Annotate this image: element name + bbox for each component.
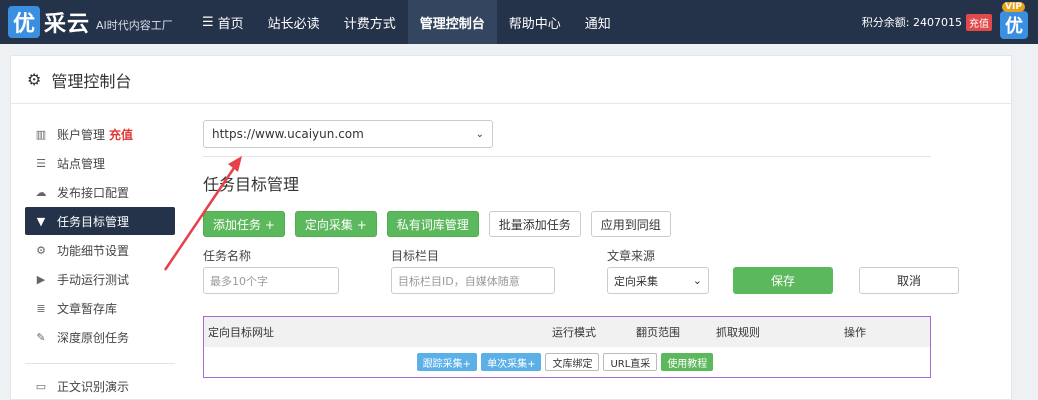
nav-label: 计费方式 xyxy=(343,16,396,32)
logo-slogan: AI时代内容工厂 xyxy=(96,19,173,32)
sidebar-item-article-store[interactable]: ≣ 文章暂存库 xyxy=(25,294,175,322)
nav-label: 管理控制台 xyxy=(419,16,485,32)
avatar[interactable]: VIP 优 xyxy=(1000,2,1028,39)
batch-add-task-button[interactable]: 批量添加任务 xyxy=(488,211,581,237)
cancel-button[interactable]: 取消 xyxy=(859,267,959,294)
private-lexicon-button[interactable]: 私有词库管理 xyxy=(386,211,479,237)
sidebar-item-label: 发布接口配置 xyxy=(57,185,130,200)
avatar-char: 优 xyxy=(1005,16,1023,37)
url-direct-button[interactable]: URL直采 xyxy=(603,353,658,371)
col-crawl-rule: 抓取规则 xyxy=(716,326,760,339)
nav-label: 站长必读 xyxy=(267,16,320,32)
sidebar-item-sites[interactable]: ☰ 站点管理 xyxy=(25,149,175,177)
nav-notice[interactable]: 通知 xyxy=(573,0,623,44)
recharge-button[interactable]: 充值 xyxy=(966,13,992,31)
target-column-label: 目标栏目 xyxy=(391,249,440,263)
sidebar: ▥ 账户管理 充值 ☰ 站点管理 ☁ 发布接口配置 ▼ 任务目标管理 ⚙ 功能细… xyxy=(25,120,175,400)
table-header: 定向目标网址 运行模式 翻页范围 抓取规则 操作 xyxy=(204,317,930,347)
sidebar-item-label: 深度原创任务 xyxy=(57,330,130,345)
monitor-icon: ▭ xyxy=(35,379,47,393)
target-column-group: 目标栏目 目标栏目ID，自媒体随意 xyxy=(391,247,555,294)
sidebar-item-publish-api[interactable]: ☁ 发布接口配置 xyxy=(25,178,175,206)
sidebar-item-label: 任务目标管理 xyxy=(57,214,130,229)
sidebar-item-label: 文章暂存库 xyxy=(57,301,118,316)
sidebar-item-feature-settings[interactable]: ⚙ 功能细节设置 xyxy=(25,236,175,264)
gears-icon: ⚙ xyxy=(36,243,46,257)
edit-icon: ✎ xyxy=(36,330,46,344)
action-buttons: 添加任务 + 定向采集 + 私有词库管理 批量添加任务 应用到同组 xyxy=(203,211,1003,237)
top-navbar: 优 采云 AI时代内容工厂 ☰ 首页 站长必读 计费方式 管理控制台 帮助中心 … xyxy=(0,0,1038,44)
tutorial-button[interactable]: 使用教程 xyxy=(661,353,714,371)
recharge-link[interactable]: 充值 xyxy=(109,126,133,143)
site-url-select[interactable]: https://www.ucaiyun.com ⌄ xyxy=(203,120,493,148)
task-name-label: 任务名称 xyxy=(203,249,252,263)
col-page-range: 翻页范围 xyxy=(636,326,680,339)
sidebar-item-label: 账户管理 xyxy=(57,127,106,142)
col-target-url: 定向目标网址 xyxy=(208,326,274,339)
play-icon: ▶ xyxy=(36,272,46,286)
server-icon: ☰ xyxy=(36,156,46,170)
chevron-down-icon: ⌄ xyxy=(692,274,702,287)
sidebar-item-task-targets[interactable]: ▼ 任务目标管理 xyxy=(25,207,175,235)
article-source-group: 文章来源 定向采集 ⌄ xyxy=(607,247,709,294)
targeted-collect-button[interactable]: 定向采集 + xyxy=(294,211,377,237)
logo-text: 采云 xyxy=(44,12,91,37)
task-name-group: 任务名称 最多10个字 xyxy=(203,247,339,294)
logo-badge: 优 xyxy=(8,6,40,38)
save-button[interactable]: 保存 xyxy=(733,267,833,294)
sidebar-item-deep-original[interactable]: ✎ 深度原创任务 xyxy=(25,323,175,351)
sidebar-item-label: 手动运行测试 xyxy=(57,272,130,287)
table-row: 跟踪采集+ 单次采集+ 文库绑定 URL直采 使用教程 xyxy=(204,347,930,377)
chevron-down-icon: ⌄ xyxy=(475,128,484,140)
article-source-select[interactable]: 定向采集 ⌄ xyxy=(607,267,709,294)
filter-icon: ▼ xyxy=(36,214,46,228)
sidebar-item-text-recognition[interactable]: ▭ 正文识别演示 xyxy=(25,372,175,400)
console-panel: ⚙ 管理控制台 ▥ 账户管理 充值 ☰ 站点管理 ☁ 发布接口配置 ▼ 任务目标… xyxy=(10,55,1012,400)
vip-badge: VIP xyxy=(1002,2,1025,12)
add-task-button[interactable]: 添加任务 + xyxy=(203,211,285,237)
section-title: 任务目标管理 xyxy=(203,175,300,194)
nav-console[interactable]: 管理控制台 xyxy=(407,0,497,44)
nav-label: 帮助中心 xyxy=(508,16,561,32)
account-area: 积分余额: 2407015 充值 VIP 优 xyxy=(862,0,1028,44)
track-collect-button[interactable]: 跟踪采集+ xyxy=(416,353,478,371)
col-run-mode: 运行模式 xyxy=(552,326,596,339)
sidebar-item-label: 站点管理 xyxy=(57,156,106,171)
task-name-input[interactable]: 最多10个字 xyxy=(203,267,339,294)
apply-to-group-button[interactable]: 应用到同组 xyxy=(590,211,671,237)
sidebar-divider xyxy=(25,363,175,364)
nav-help[interactable]: 帮助中心 xyxy=(497,0,573,44)
panel-header: ⚙ 管理控制台 xyxy=(11,56,1011,104)
library-bind-button[interactable]: 文库绑定 xyxy=(545,353,600,371)
database-icon: ≣ xyxy=(36,301,46,315)
sidebar-item-label: 功能细节设置 xyxy=(57,243,130,258)
nav-home[interactable]: ☰ 首页 xyxy=(190,0,256,44)
task-form: 任务名称 最多10个字 目标栏目 目标栏目ID，自媒体随意 文章来源 定向采集 … xyxy=(203,247,1003,294)
gear-icon: ⚙ xyxy=(27,70,42,89)
nav-label: 通知 xyxy=(584,16,611,32)
logo[interactable]: 优 采云 AI时代内容工厂 xyxy=(0,0,190,44)
sidebar-item-manual-run[interactable]: ▶ 手动运行测试 xyxy=(25,265,175,293)
cloud-upload-icon: ☁ xyxy=(35,185,47,199)
chart-icon: ▥ xyxy=(35,127,47,141)
sidebar-item-label: 正文识别演示 xyxy=(57,379,130,394)
divider xyxy=(203,156,931,157)
points-balance: 积分余额: 2407015 xyxy=(861,16,962,29)
site-url-value: https://www.ucaiyun.com xyxy=(212,127,364,141)
nav-label: 首页 xyxy=(217,16,244,32)
article-source-value: 定向采集 xyxy=(614,274,658,288)
nav-must-read[interactable]: 站长必读 xyxy=(256,0,332,44)
article-source-label: 文章来源 xyxy=(607,249,656,263)
main-content: https://www.ucaiyun.com ⌄ 任务目标管理 添加任务 + … xyxy=(203,120,1003,378)
single-collect-button[interactable]: 单次采集+ xyxy=(481,353,542,371)
nav-billing[interactable]: 计费方式 xyxy=(332,0,408,44)
menu-icon: ☰ xyxy=(202,14,214,30)
target-column-input[interactable]: 目标栏目ID，自媒体随意 xyxy=(391,267,555,294)
target-table: 定向目标网址 运行模式 翻页范围 抓取规则 操作 跟踪采集+ 单次采集+ 文库绑… xyxy=(203,316,931,378)
col-actions: 操作 xyxy=(844,326,866,339)
sidebar-item-account[interactable]: ▥ 账户管理 充值 xyxy=(25,120,175,148)
main-nav: ☰ 首页 站长必读 计费方式 管理控制台 帮助中心 通知 xyxy=(190,0,623,44)
page-title: 管理控制台 xyxy=(51,71,132,91)
